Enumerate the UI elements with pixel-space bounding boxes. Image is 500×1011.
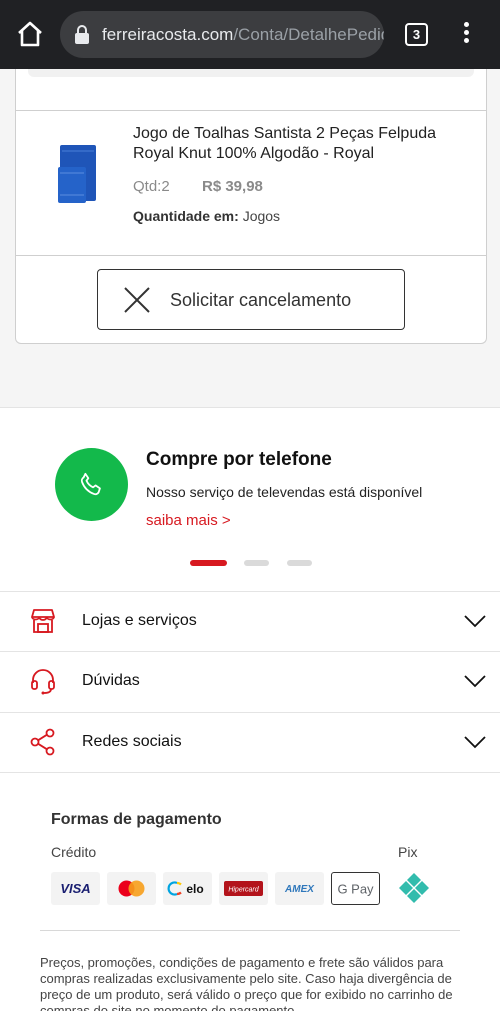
- carousel-dot-active[interactable]: [190, 560, 227, 566]
- accordion-label: Redes sociais: [82, 733, 182, 750]
- previous-section-bottom: [28, 69, 474, 77]
- legal-disclaimer: Preços, promoções, condições de pagament…: [40, 955, 453, 1011]
- request-cancellation-button[interactable]: Solicitar cancelamento: [97, 269, 405, 330]
- credit-label: Crédito: [51, 844, 97, 860]
- payment-methods-title: Formas de pagamento: [51, 811, 222, 828]
- mastercard-logo: [107, 872, 156, 905]
- tab-switcher-button[interactable]: 3: [405, 23, 428, 46]
- phone-banner-description: Nosso serviço de televendas está disponí…: [146, 484, 423, 500]
- svg-text:elo: elo: [186, 882, 203, 896]
- store-icon: [31, 609, 55, 633]
- order-item-card: Jogo de Toalhas Santista 2 Peças Felpuda…: [15, 69, 487, 344]
- url-text: ferreiracosta.com/Conta/DetalhePedid: [102, 25, 384, 44]
- pix-icon: [399, 873, 429, 903]
- phone-icon: [80, 472, 101, 496]
- visa-logo: VISA: [51, 872, 100, 905]
- product-unit: Quantidade em: Jogos: [133, 208, 281, 224]
- home-icon[interactable]: [16, 20, 44, 48]
- accordion-stores-services[interactable]: Lojas e serviços: [0, 591, 500, 651]
- hipercard-logo: Hipercard: [219, 872, 268, 905]
- svg-text:VISA: VISA: [60, 881, 90, 896]
- elo-logo: elo: [163, 872, 212, 905]
- svg-text:G Pay: G Pay: [337, 882, 374, 897]
- phone-badge: [55, 448, 128, 521]
- svg-text:Hipercard: Hipercard: [228, 887, 259, 894]
- browser-toolbar: ferreiracosta.com/Conta/DetalhePedid 3: [0, 0, 500, 69]
- accordion-social-networks[interactable]: Redes sociais: [0, 712, 500, 772]
- share-icon: [30, 728, 55, 756]
- product-quantity: Qtd:2: [133, 178, 170, 195]
- divider: [0, 772, 500, 773]
- divider: [16, 255, 486, 256]
- phone-banner-title: Compre por telefone: [146, 449, 332, 470]
- close-icon: [124, 287, 150, 313]
- carousel-dot[interactable]: [287, 560, 312, 566]
- product-image[interactable]: [58, 145, 98, 203]
- lock-icon: [75, 25, 89, 44]
- chevron-down-icon: [464, 615, 486, 628]
- cancel-button-label: Solicitar cancelamento: [170, 290, 352, 310]
- svg-text:AMEX: AMEX: [284, 884, 315, 895]
- carousel-dot[interactable]: [244, 560, 269, 566]
- divider: [40, 930, 460, 931]
- headset-icon: [31, 669, 55, 695]
- accordion-label: Dúvidas: [82, 672, 140, 689]
- chevron-down-icon: [464, 675, 486, 688]
- product-price: R$ 39,98: [202, 178, 263, 195]
- product-name[interactable]: Jogo de Toalhas Santista 2 Peças Felpuda…: [133, 124, 473, 164]
- divider: [16, 110, 486, 111]
- overflow-menu-icon[interactable]: [456, 22, 476, 48]
- google-pay-logo: G Pay: [331, 872, 380, 905]
- accordion-label: Lojas e serviços: [82, 612, 197, 629]
- accordion-questions[interactable]: Dúvidas: [0, 651, 500, 711]
- amex-logo: AMEX: [275, 872, 324, 905]
- chevron-down-icon: [464, 736, 486, 749]
- address-bar[interactable]: ferreiracosta.com/Conta/DetalhePedid: [60, 11, 384, 58]
- learn-more-link[interactable]: saiba mais >: [146, 512, 231, 529]
- pix-label: Pix: [398, 844, 418, 860]
